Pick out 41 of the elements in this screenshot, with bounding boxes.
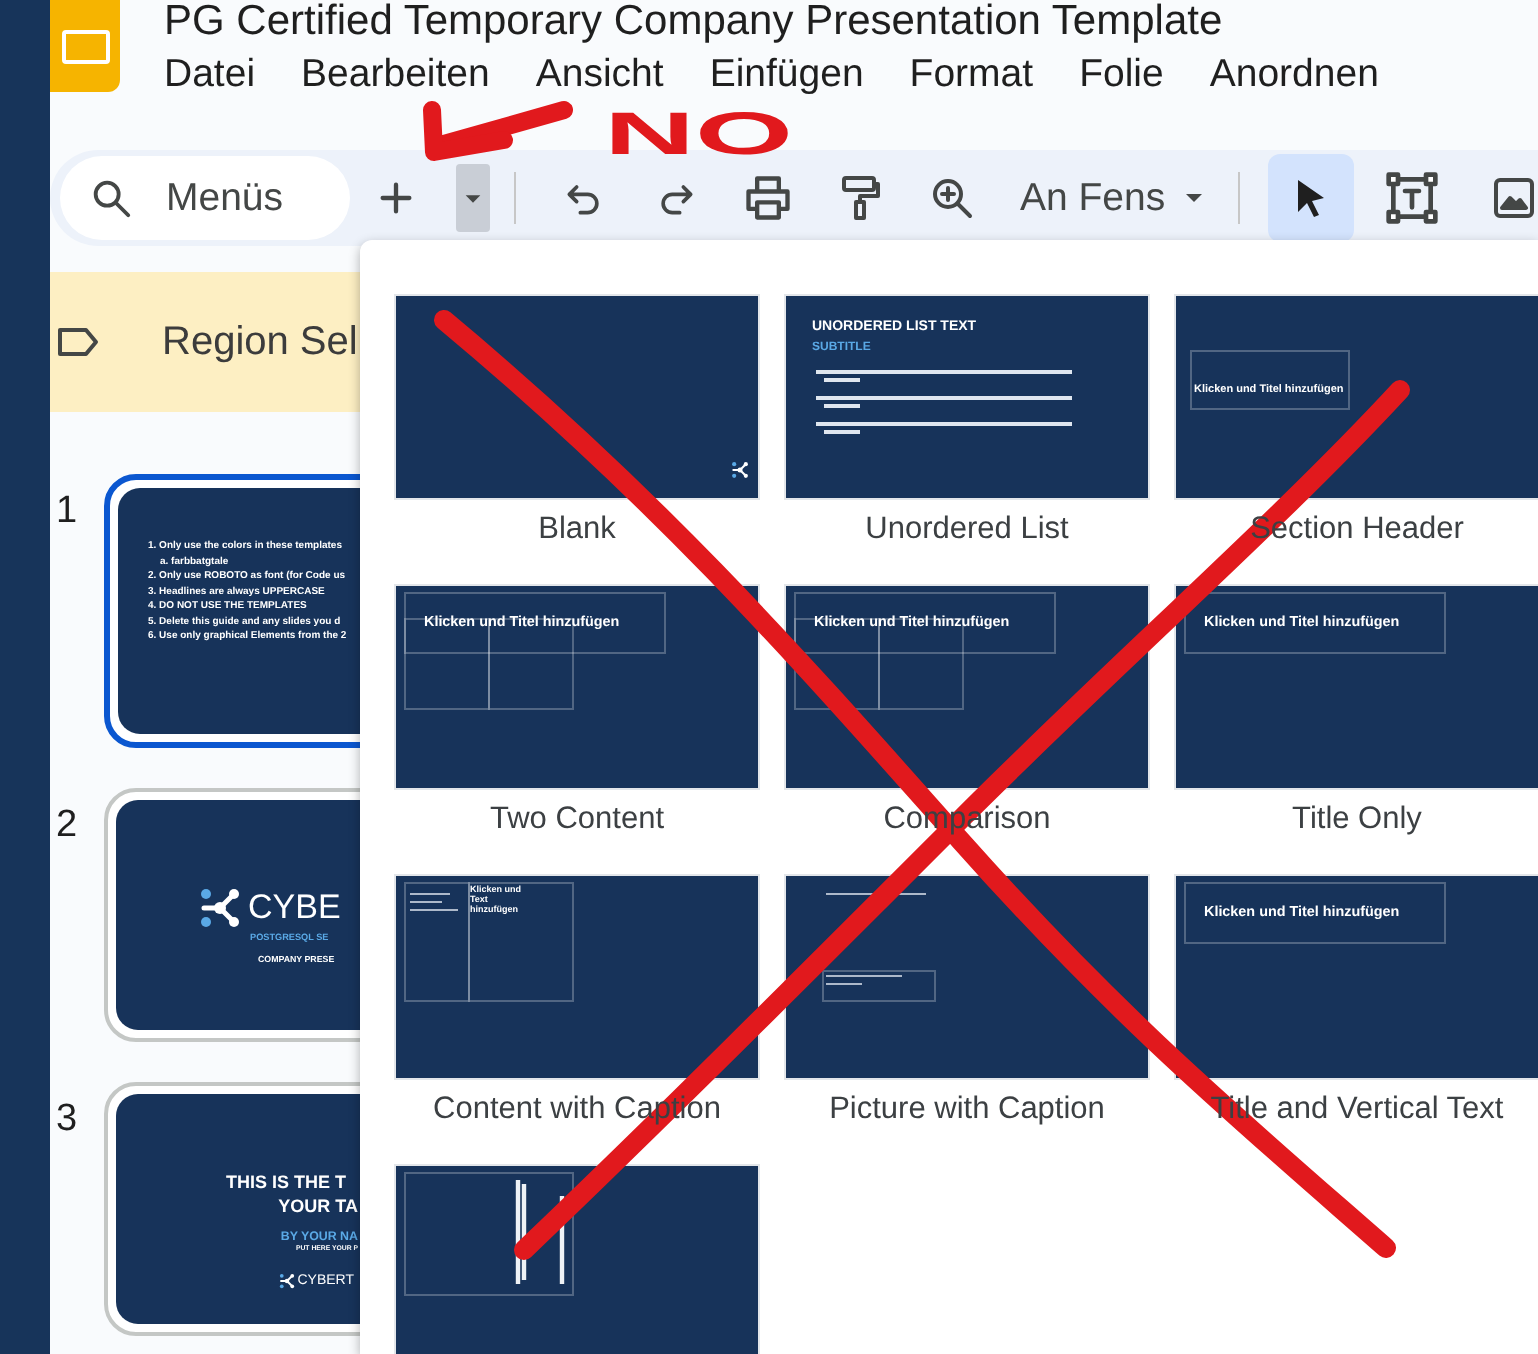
layout-label: Title Only [1292, 802, 1422, 840]
search-input[interactable]: Menüs [162, 173, 350, 223]
menu-search-field[interactable]: Menüs [60, 156, 350, 240]
layout-label: Blank [538, 512, 616, 550]
slide-number: 3 [54, 1096, 80, 1144]
menu-item[interactable]: Bearbeiten [301, 50, 512, 98]
annotation-text: NO [604, 100, 793, 168]
content-placeholder [468, 882, 574, 1002]
plus-icon [376, 178, 416, 218]
caption-placeholder [822, 970, 936, 1002]
caption-placeholder [404, 882, 470, 1002]
slide-title: THIS IS THE T [225, 1170, 346, 1194]
layout-label: Picture with Caption [829, 1092, 1105, 1130]
menu-item[interactable]: Folie [1079, 50, 1186, 98]
slide-title: YOUR TA [278, 1194, 358, 1218]
caption-lines [408, 892, 460, 912]
menu-item[interactable]: Format [909, 50, 1056, 98]
menu-item[interactable]: Datei [164, 50, 278, 98]
paint-roller-icon [836, 174, 884, 222]
layout-dropdown-button[interactable] [456, 164, 490, 232]
menu-item[interactable]: Einfügen [709, 50, 886, 98]
menu-item[interactable]: Ansicht [535, 50, 686, 98]
menu-item[interactable]: Anordnen [1209, 50, 1401, 98]
logo-text: CYBE [248, 890, 341, 926]
layout-thumbnail[interactable] [394, 1164, 760, 1354]
layout-label: Two Content [489, 802, 665, 840]
layout-thumbnail[interactable] [394, 294, 760, 500]
text-box-icon [1384, 170, 1441, 226]
slide-number: 2 [54, 802, 80, 850]
logo-icon [196, 884, 244, 932]
layout-label: Unordered List [865, 512, 1069, 550]
banner-text: Region Sel [162, 319, 358, 365]
printer-icon [742, 172, 794, 224]
logo-icon [277, 1272, 296, 1290]
logo-icon [730, 460, 750, 480]
document-title: PG Certified Temporary Company Presentation Template [164, 0, 1225, 44]
zoom-in-icon [928, 174, 976, 222]
image-icon [1490, 174, 1538, 222]
zoom-dropdown[interactable]: An Fens [1012, 167, 1214, 229]
slide-number: 1 [54, 488, 80, 536]
select-tool-button[interactable] [1267, 154, 1354, 242]
